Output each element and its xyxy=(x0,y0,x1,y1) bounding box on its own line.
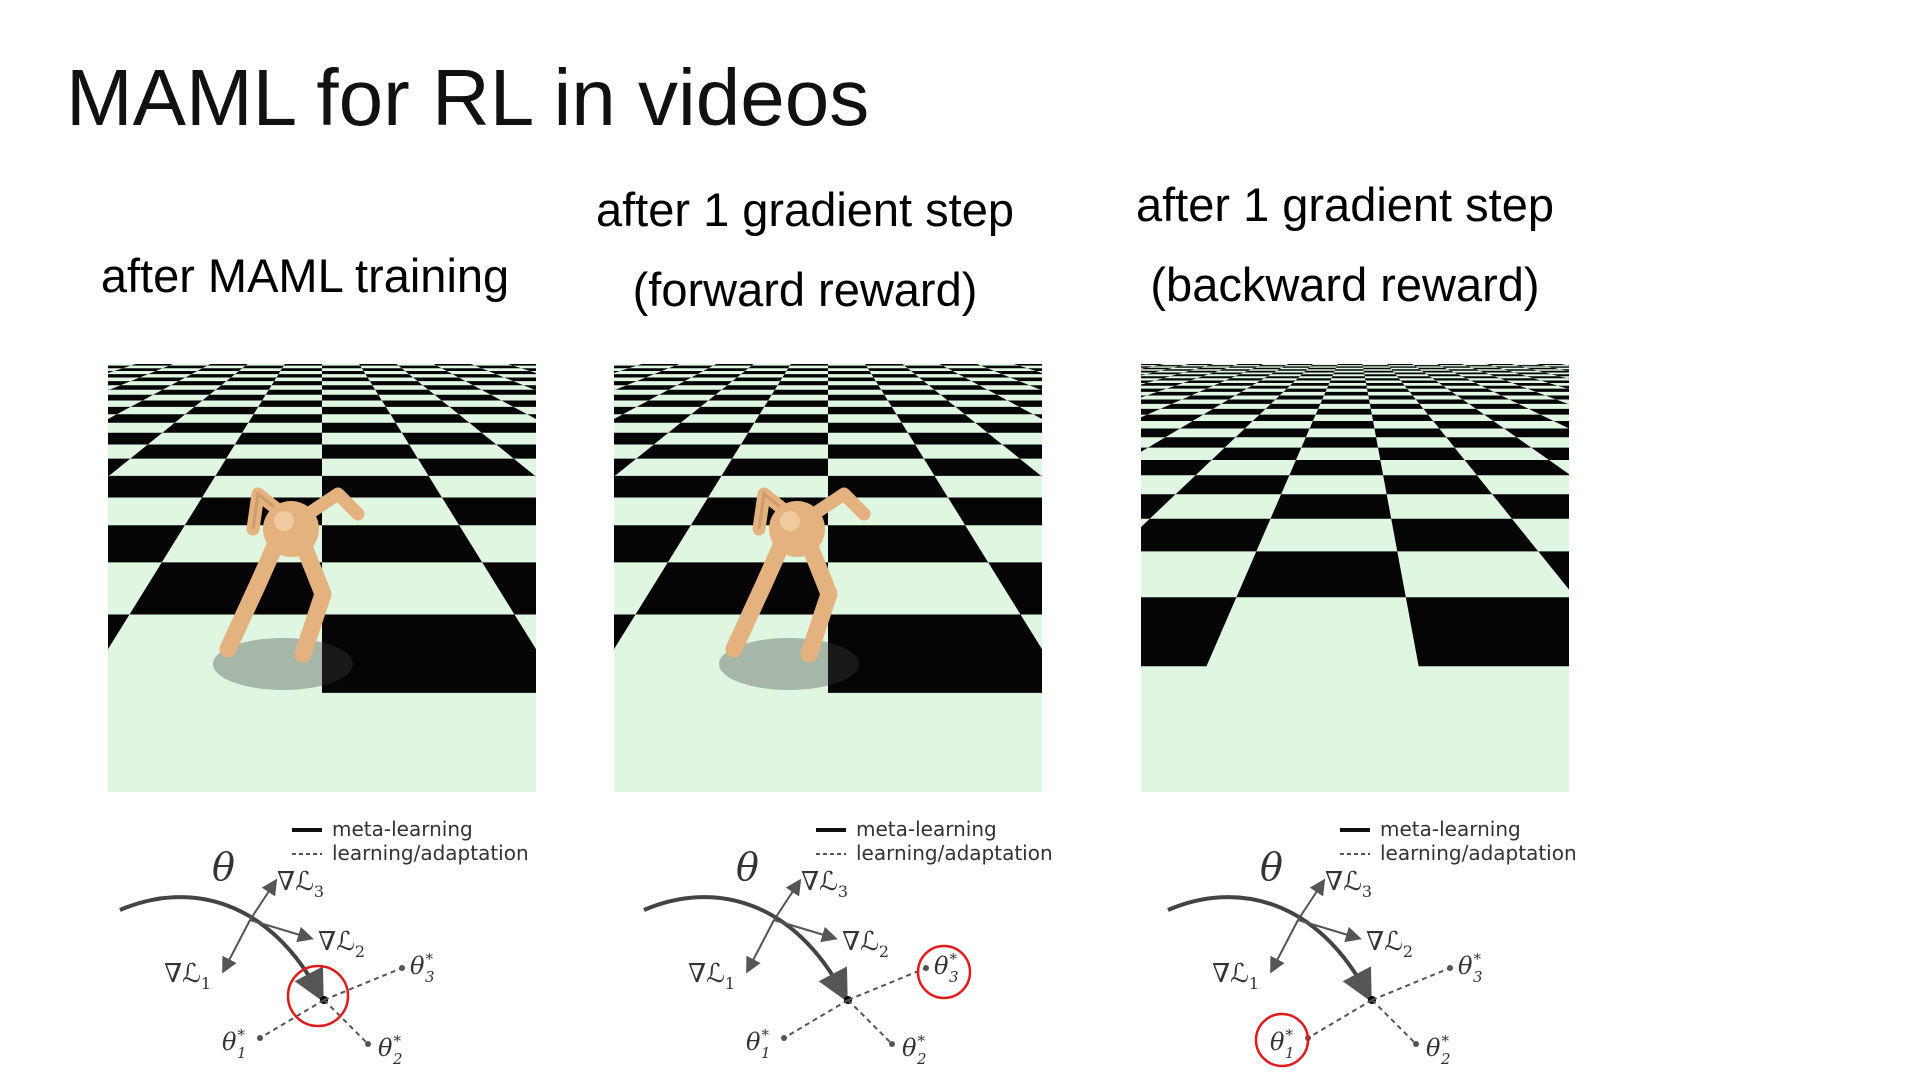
theta-star-1-label: θ* 1 xyxy=(1270,1026,1295,1062)
theta-label: θ xyxy=(1260,845,1283,889)
video-frame-forward-reward xyxy=(614,364,1042,792)
grad-L1-label: ∇ℒ1 xyxy=(1212,959,1259,993)
maml-diagram-1: meta-learning learning/adaptation θ ∇ℒ3 ∇ℒ2 ∇… xyxy=(110,810,550,1072)
meta-learning-path xyxy=(119,895,324,1003)
caption-after-maml-training: after MAML training xyxy=(100,249,510,302)
highlight-circle xyxy=(286,964,350,1028)
theta-star-2-label: θ* 2 xyxy=(902,1032,927,1068)
theta-star-1-label: θ* 1 xyxy=(746,1026,771,1062)
caption-forward-reward: after 1 gradient step (forward reward) xyxy=(595,183,1015,316)
theta-star-3-label: θ* 3 xyxy=(410,950,435,986)
legend-meta-learning: meta-learning xyxy=(856,817,997,841)
video-frame-backward-reward xyxy=(1141,364,1569,792)
grad-L3-label: ∇ℒ3 xyxy=(801,867,848,901)
theta-star-2-label: θ* 2 xyxy=(1426,1032,1451,1068)
theta-label: θ xyxy=(736,845,759,889)
legend-learning-adaptation: learning/adaptation xyxy=(1380,841,1577,865)
grad-L2-label: ∇ℒ2 xyxy=(1366,927,1413,961)
maml-diagram-2: meta-learning learning/adaptation θ ∇ℒ3 ∇ℒ2 ∇… xyxy=(634,810,1074,1072)
grad-L3-label: ∇ℒ3 xyxy=(1325,867,1372,901)
legend-meta-learning: meta-learning xyxy=(1380,817,1521,841)
slide-title: MAML for RL in videos xyxy=(66,53,870,142)
video-frame-maml-training xyxy=(108,364,536,792)
meta-learning-path xyxy=(1167,895,1372,1003)
grad-L2-label: ∇ℒ2 xyxy=(318,927,365,961)
theta-star-1-label: θ* 1 xyxy=(222,1026,247,1062)
legend-learning-adaptation: learning/adaptation xyxy=(332,841,529,865)
grad-L2-label: ∇ℒ2 xyxy=(842,927,889,961)
theta-label: θ xyxy=(212,845,235,889)
grad-L3-label: ∇ℒ3 xyxy=(277,867,324,901)
caption-backward-reward: after 1 gradient step (backward reward) xyxy=(1135,178,1555,311)
theta-star-3-label: θ* 3 xyxy=(1458,950,1483,986)
theta-star-3-label: θ* 3 xyxy=(934,950,959,986)
maml-diagram-3: meta-learning learning/adaptation θ ∇ℒ3 ∇ℒ2 ∇… xyxy=(1158,810,1598,1072)
legend-learning-adaptation: learning/adaptation xyxy=(856,841,1053,865)
grad-L1-label: ∇ℒ1 xyxy=(164,959,211,993)
checkerboard-floor xyxy=(108,364,536,792)
checkerboard-floor xyxy=(1141,364,1569,792)
grad-L1-label: ∇ℒ1 xyxy=(688,959,735,993)
meta-learning-path xyxy=(643,895,848,1003)
legend-meta-learning: meta-learning xyxy=(332,817,473,841)
theta-star-2-label: θ* 2 xyxy=(378,1032,403,1068)
checkerboard-floor xyxy=(614,364,1042,792)
